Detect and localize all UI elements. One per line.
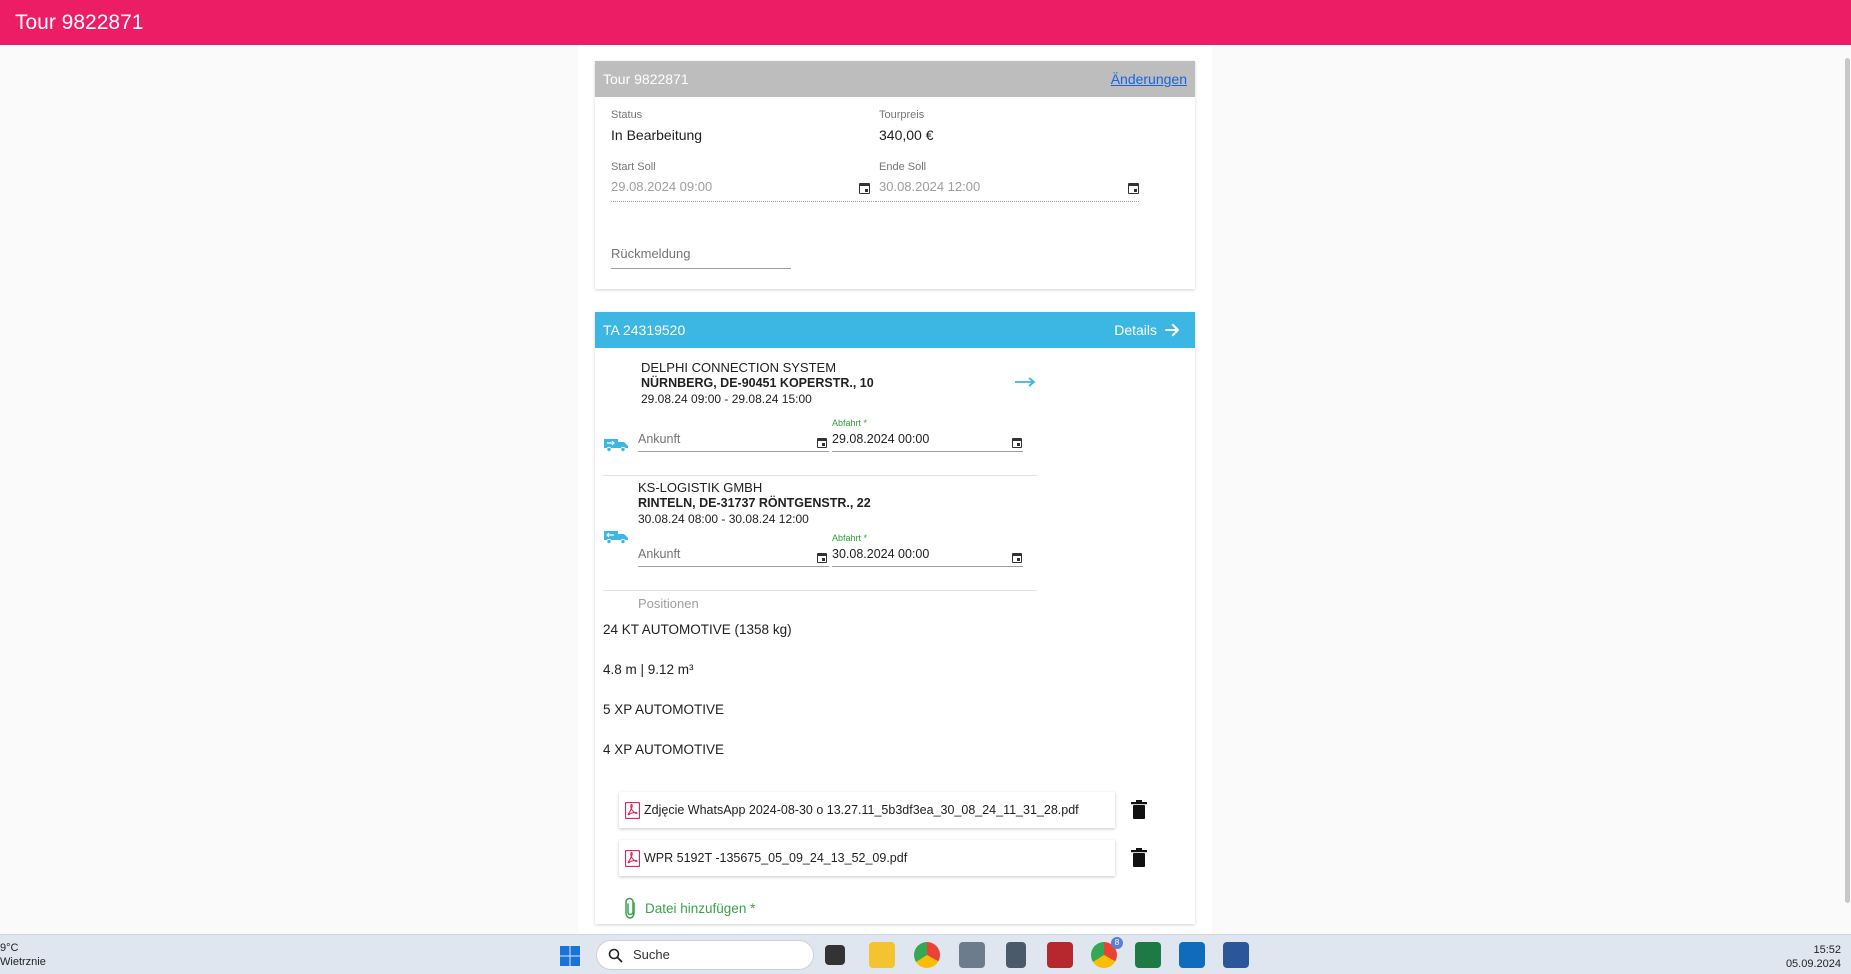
weather-temperature: 9°C xyxy=(0,942,19,954)
stop-1-arrival-underline xyxy=(638,451,829,452)
stop-1-name: DELPHI CONNECTION SYSTEM xyxy=(641,360,837,375)
chrome-profile-icon[interactable]: 8 xyxy=(1091,937,1123,968)
taskbar-search-label: Suche xyxy=(633,947,670,962)
access-icon[interactable] xyxy=(1047,942,1073,968)
file-name: WPR 5192T -135675_05_09_24_13_52_09.pdf xyxy=(644,851,908,865)
word-icon[interactable] xyxy=(1223,942,1249,968)
system-clock[interactable]: 15:52 05.09.2024 xyxy=(1786,943,1841,971)
price-label: Tourpreis xyxy=(879,109,925,121)
feedback-placeholder: Rückmeldung xyxy=(611,246,691,261)
pdf-icon xyxy=(625,801,640,819)
details-label: Details xyxy=(1114,322,1157,338)
position-line: 5 XP AUTOMOTIVE xyxy=(603,702,725,717)
calendar-icon[interactable] xyxy=(817,438,827,448)
weather-widget[interactable]: 9°C Wietrznie xyxy=(0,941,46,969)
stop-divider xyxy=(603,475,1037,476)
add-file-label: Datei hinzufügen * xyxy=(645,900,756,916)
clock-date: 05.09.2024 xyxy=(1785,958,1841,970)
details-button[interactable]: Details xyxy=(1114,312,1181,348)
taskbar-search[interactable]: Suche xyxy=(596,940,814,970)
position-line: 4 XP AUTOMOTIVE xyxy=(603,742,725,757)
feedback-underline xyxy=(611,268,791,269)
excel-icon[interactable] xyxy=(1135,942,1161,968)
stop-2-departure-underline xyxy=(832,566,1023,567)
printer-icon[interactable] xyxy=(959,942,985,968)
windows-taskbar: 9°C Wietrznie Suche 8 15:52 05.09.2024 xyxy=(0,934,1851,974)
stop-1-departure-value: 29.08.2024 00:00 xyxy=(832,432,930,446)
stop-2-address: RINTELN, DE-31737 RÖNTGENSTR., 22 xyxy=(638,496,871,510)
arrow-right-icon[interactable] xyxy=(1014,376,1036,388)
stop-1-arrival-placeholder: Ankunft xyxy=(638,432,681,446)
end-label: Ende Soll xyxy=(879,161,927,173)
trash-icon[interactable] xyxy=(1129,847,1149,869)
file-explorer-icon[interactable] xyxy=(869,942,895,968)
app-title: Tour 9822871 xyxy=(15,11,144,34)
calculator-icon[interactable] xyxy=(1006,942,1026,968)
stop-2-name: KS-LOGISTIK GMBH xyxy=(638,480,763,495)
status-label: Status xyxy=(611,109,643,121)
file-name: Zdjęcie WhatsApp 2024-08-30 o 13.27.11_5… xyxy=(644,803,1079,817)
calendar-icon[interactable] xyxy=(1012,553,1022,563)
search-icon xyxy=(608,948,623,963)
stop-2-time: 30.08.24 08:00 - 30.08.24 12:00 xyxy=(638,512,809,526)
stop-2-departure-label: Abfahrt * xyxy=(832,533,868,543)
start-date-underline xyxy=(611,201,876,202)
ta-card: TA 24319520 Details DELPHI CONNECTION SY… xyxy=(595,312,1195,924)
file-attachment[interactable]: Zdjęcie WhatsApp 2024-08-30 o 13.27.11_5… xyxy=(619,792,1115,828)
calendar-icon[interactable] xyxy=(817,553,827,563)
end-date-underline xyxy=(876,201,1139,202)
file-attachment[interactable]: WPR 5192T -135675_05_09_24_13_52_09.pdf xyxy=(619,840,1115,876)
weather-description: Wietrznie xyxy=(0,956,46,968)
main-content: Tour 9822871 Änderungen Status In Bearbe… xyxy=(578,45,1212,934)
truck-load-icon xyxy=(604,531,628,544)
changes-link[interactable]: Änderungen xyxy=(1111,61,1187,97)
windows-start-icon[interactable] xyxy=(559,945,581,967)
stop-2-departure-value: 30.08.2024 00:00 xyxy=(832,547,930,561)
start-label: Start Soll xyxy=(611,161,656,173)
chrome-badge: 8 xyxy=(1111,937,1123,949)
calendar-icon[interactable] xyxy=(859,183,870,194)
chrome-icon[interactable] xyxy=(914,942,940,968)
status-value: In Bearbeitung xyxy=(611,127,703,143)
ta-card-header: TA 24319520 Details xyxy=(595,312,1195,348)
pdf-icon xyxy=(625,849,640,867)
end-date-value: 30.08.2024 12:00 xyxy=(879,179,981,194)
tour-card-header: Tour 9822871 Änderungen xyxy=(595,61,1195,97)
truck-unload-icon xyxy=(604,439,628,452)
stop-1-departure-underline xyxy=(832,451,1023,452)
position-line: 24 KT AUTOMOTIVE (1358 kg) xyxy=(603,622,792,637)
trash-icon[interactable] xyxy=(1129,799,1149,821)
stop-2-arrival-underline xyxy=(638,566,829,567)
tour-card-title: Tour 9822871 xyxy=(603,71,689,87)
start-date-value: 29.08.2024 09:00 xyxy=(611,179,713,194)
tour-card: Tour 9822871 Änderungen Status In Bearbe… xyxy=(595,61,1195,289)
paperclip-icon xyxy=(625,897,635,919)
calendar-icon[interactable] xyxy=(1128,183,1139,194)
positions-label: Positionen xyxy=(638,596,699,611)
app-bar: Tour 9822871 xyxy=(0,0,1851,45)
ta-card-title: TA 24319520 xyxy=(603,322,686,338)
stop-1-departure-label: Abfahrt * xyxy=(832,418,868,428)
outlook-icon[interactable] xyxy=(1179,942,1205,968)
price-value: 340,00 € xyxy=(879,127,934,143)
add-file-button[interactable]: Datei hinzufügen * xyxy=(623,897,755,919)
stop-1-address: NÜRNBERG, DE-90451 KOPERSTR., 10 xyxy=(641,376,874,390)
position-line: 4.8 m | 9.12 m³ xyxy=(603,662,694,677)
arrow-right-icon xyxy=(1165,323,1179,337)
task-view-icon[interactable] xyxy=(825,945,845,965)
calendar-icon[interactable] xyxy=(1012,438,1022,448)
positions-divider xyxy=(603,590,1037,591)
stop-1-time: 29.08.24 09:00 - 29.08.24 15:00 xyxy=(641,392,812,406)
page-scrollbar[interactable] xyxy=(1845,58,1850,903)
stop-2-arrival-placeholder: Ankunft xyxy=(638,547,681,561)
clock-time: 15:52 xyxy=(1813,944,1841,956)
